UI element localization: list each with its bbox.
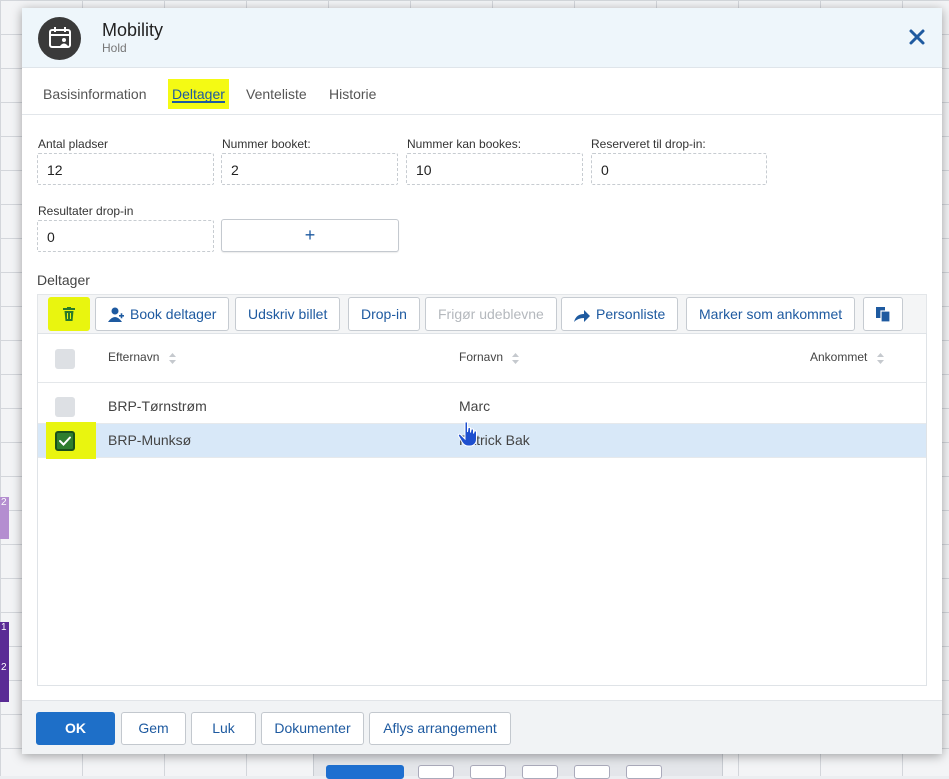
resultater-dropin-field[interactable]: 0 <box>37 220 214 252</box>
nummer-booket-field[interactable]: 2 <box>221 153 398 185</box>
nummer-booket-label: Nummer booket: <box>222 137 311 151</box>
sort-icon <box>168 353 176 364</box>
aflys-arrangement-button[interactable]: Aflys arrangement <box>369 712 511 745</box>
luk-button[interactable]: Luk <box>191 712 256 745</box>
background-toolbar <box>313 752 723 779</box>
participants-toolbar: Book deltager Udskriv billet Drop-in Fri… <box>37 294 927 334</box>
grid-header: Efternavn Fornavn Ankommet <box>38 334 926 383</box>
table-row[interactable]: BRP-Tørnstrøm Marc <box>38 390 926 424</box>
background-button[interactable] <box>626 765 662 779</box>
nummer-kan-bookes-field[interactable]: 10 <box>406 153 583 185</box>
nummer-kan-bookes-label: Nummer kan bookes: <box>407 137 522 151</box>
sort-icon <box>512 353 520 364</box>
book-deltager-button[interactable]: Book deltager <box>95 297 230 331</box>
cell-efternavn: BRP-Tørnstrøm <box>108 398 207 414</box>
gem-button[interactable]: Gem <box>121 712 186 745</box>
frigoer-udeblevne-button[interactable]: Frigør udeblevne <box>425 297 557 331</box>
background-button[interactable] <box>574 765 610 779</box>
book-deltager-label: Book deltager <box>130 306 217 322</box>
calendar-user-icon <box>49 27 71 48</box>
tab-historie[interactable]: Historie <box>325 79 380 109</box>
row-checkbox-checked[interactable] <box>55 431 75 451</box>
tab-bar: Basisinformation Deltager Venteliste His… <box>22 69 942 115</box>
dialog-header: Mobility Hold <box>22 8 942 68</box>
column-header-ankommet[interactable]: Ankommet <box>810 350 884 364</box>
select-all-checkbox[interactable] <box>55 349 75 369</box>
dialog-subtitle: Hold <box>102 41 127 55</box>
column-header-fornavn[interactable]: Fornavn <box>459 350 520 364</box>
delete-button[interactable] <box>48 297 90 331</box>
copy-documents-icon <box>876 307 891 323</box>
background-primary-button[interactable] <box>326 765 404 779</box>
calendar-user-avatar <box>38 17 81 60</box>
tab-venteliste[interactable]: Venteliste <box>242 79 311 109</box>
dokumenter-button[interactable]: Dokumenter <box>261 712 364 745</box>
hand-cursor-icon <box>457 421 477 447</box>
add-person-icon <box>108 307 124 322</box>
personliste-button[interactable]: Personliste <box>561 297 679 331</box>
background-button[interactable] <box>522 765 558 779</box>
column-label: Efternavn <box>108 350 160 364</box>
column-label: Fornavn <box>459 350 504 364</box>
cell-efternavn: BRP-Munksø <box>108 432 192 448</box>
ok-button[interactable]: OK <box>36 712 115 745</box>
column-label: Ankommet <box>810 350 868 364</box>
resultater-dropin-label: Resultater drop-in <box>38 204 134 218</box>
drop-in-button[interactable]: Drop-in <box>348 297 420 331</box>
deltager-section-title: Deltager <box>37 272 90 288</box>
udskriv-billet-button[interactable]: Udskriv billet <box>235 297 341 331</box>
row-checkbox[interactable] <box>55 397 75 417</box>
calendar-event[interactable]: 1 <box>0 622 9 662</box>
antal-pladser-label: Antal pladser <box>38 137 109 151</box>
calendar-event[interactable]: 2 <box>0 662 9 702</box>
checkmark-icon <box>59 436 71 446</box>
close-icon[interactable] <box>908 28 926 46</box>
trash-icon <box>63 307 75 321</box>
personliste-label: Personliste <box>596 306 666 322</box>
tab-deltager[interactable]: Deltager <box>168 79 229 109</box>
share-arrow-icon <box>574 310 590 322</box>
cell-fornavn: Marc <box>459 398 491 414</box>
background-button[interactable] <box>470 765 506 779</box>
dialog-title: Mobility <box>102 20 164 40</box>
calendar-event[interactable]: 2 <box>0 497 9 539</box>
reserveret-dropin-label: Reserveret til drop-in: <box>591 137 706 151</box>
marker-som-ankommet-button[interactable]: Marker som ankommet <box>686 297 856 331</box>
tab-basisinformation[interactable]: Basisinformation <box>39 79 151 109</box>
table-row[interactable]: BRP-Munksø Patrick Bak <box>38 422 926 459</box>
add-button[interactable]: + <box>221 219 399 252</box>
mobility-dialog: Mobility Hold Basisinformation Deltager … <box>22 8 942 754</box>
antal-pladser-field[interactable]: 12 <box>37 153 214 185</box>
export-button[interactable] <box>863 297 903 331</box>
reserveret-dropin-field[interactable]: 0 <box>591 153 767 185</box>
column-header-efternavn[interactable]: Efternavn <box>108 350 176 364</box>
dialog-footer: OK Gem Luk Dokumenter Aflys arrangement <box>22 700 942 754</box>
participants-grid: Efternavn Fornavn Ankommet BRP-Tørnstrøm… <box>37 333 927 686</box>
sort-icon <box>876 353 884 364</box>
background-button[interactable] <box>418 765 454 779</box>
